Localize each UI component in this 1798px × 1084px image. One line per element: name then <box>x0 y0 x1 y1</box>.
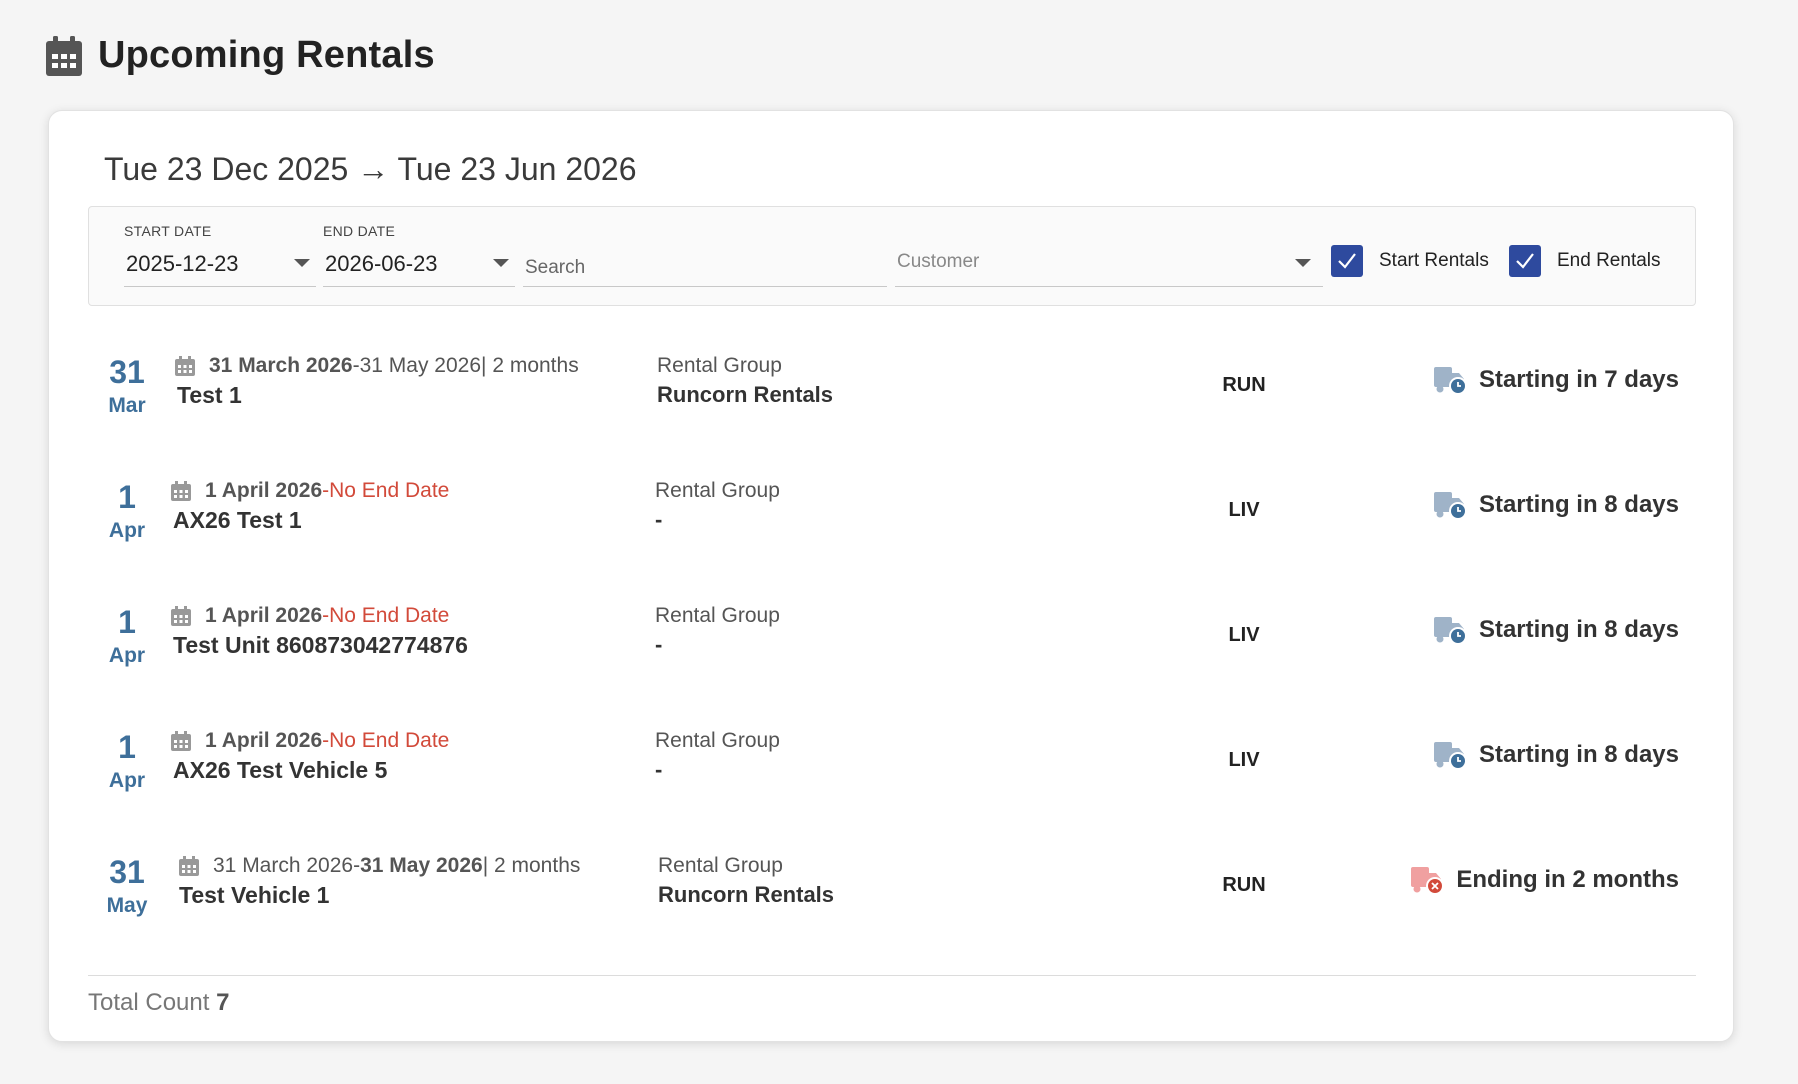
customer-select[interactable]: Customer <box>895 207 1323 307</box>
footer-divider <box>88 975 1696 976</box>
truck-cancel-icon <box>1411 867 1445 895</box>
rental-end-date: 31 May 2026 <box>359 354 482 377</box>
rental-name[interactable]: Test 1 <box>177 382 242 409</box>
chevron-down-icon[interactable] <box>294 259 310 267</box>
rental-dates: 31 March 2026 - 31 May 2026 | 2 months <box>175 354 579 378</box>
truck-clock-icon <box>1433 367 1467 395</box>
calendar-icon <box>179 856 199 876</box>
rental-month: Apr <box>108 519 146 542</box>
rental-day: 31 <box>109 354 145 390</box>
search-input[interactable]: Search <box>523 207 887 307</box>
rental-group-value: - <box>655 507 663 532</box>
total-count-value: 7 <box>216 989 230 1016</box>
rental-group-label: Rental Group <box>657 354 782 377</box>
checkbox-checked-icon[interactable] <box>1509 245 1541 277</box>
rental-start-date: 1 April 2026 <box>205 479 323 502</box>
rental-row[interactable]: 1 Apr 1 April 2026 - No End Date Test Un… <box>89 576 1695 701</box>
rental-day: 1 <box>118 479 136 515</box>
start-date-label: START DATE <box>124 223 212 239</box>
depot-code: LIV <box>1228 499 1260 521</box>
start-date-value[interactable]: 2025-12-23 <box>126 251 239 277</box>
calendar-icon <box>46 35 82 76</box>
rental-group-value: - <box>655 757 663 782</box>
checkbox-checked-icon[interactable] <box>1331 245 1363 277</box>
rental-duration: | 2 months <box>482 854 581 877</box>
rental-start-date: 31 March 2026 <box>213 854 354 877</box>
date-range-title: Tue 23 Dec 2025 → Tue 23 Jun 2026 <box>104 151 637 187</box>
end-date-label: END DATE <box>323 223 396 239</box>
rental-group-label: Rental Group <box>655 604 780 627</box>
rental-status: Starting in 8 days <box>1433 489 1679 521</box>
truck-clock-icon <box>1433 742 1467 770</box>
rental-name[interactable]: AX26 Test 1 <box>173 507 302 534</box>
rental-end-date: 31 May 2026 <box>360 854 483 877</box>
rental-start-date: 1 April 2026 <box>205 604 323 627</box>
rental-start-date: 1 April 2026 <box>205 729 323 752</box>
page-header: Upcoming Rentals <box>46 34 435 77</box>
rental-name[interactable]: Test Vehicle 1 <box>179 882 329 909</box>
end-rentals-label[interactable]: End Rentals <box>1557 250 1661 272</box>
rental-start-date: 31 March 2026 <box>209 354 353 377</box>
rental-row[interactable]: 1 Apr 1 April 2026 - No End Date AX26 Te… <box>89 451 1695 576</box>
rental-dates: 31 March 2026 - 31 May 2026 | 2 months <box>179 854 580 878</box>
rental-dates: 1 April 2026 - No End Date <box>171 479 449 503</box>
depot-code: RUN <box>1222 874 1266 896</box>
chevron-down-icon[interactable] <box>1295 259 1311 267</box>
end-date-value[interactable]: 2026-06-23 <box>325 251 438 277</box>
rental-group-label: Rental Group <box>655 479 780 502</box>
rentals-card: Tue 23 Dec 2025 → Tue 23 Jun 2026 START … <box>48 110 1734 1042</box>
calendar-icon <box>171 481 191 501</box>
rental-day: 1 <box>118 604 136 640</box>
depot-code: RUN <box>1222 374 1266 396</box>
rental-duration: | 2 months <box>481 354 579 377</box>
rental-group-value: - <box>655 632 663 657</box>
rental-month: Apr <box>108 644 146 667</box>
filter-bar: START DATE 2025-12-23 END DATE 2026-06-2… <box>88 206 1696 306</box>
rental-name[interactable]: Test Unit 860873042774876 <box>173 632 468 659</box>
search-placeholder[interactable]: Search <box>525 257 585 279</box>
rental-dates: 1 April 2026 - No End Date <box>171 729 449 753</box>
rental-status: Starting in 8 days <box>1433 739 1679 771</box>
start-rentals-label[interactable]: Start Rentals <box>1379 250 1489 272</box>
calendar-icon <box>171 731 191 751</box>
rental-status: Starting in 8 days <box>1433 614 1679 646</box>
rental-end-date: No End Date <box>329 604 450 627</box>
rental-group-label: Rental Group <box>655 729 780 752</box>
truck-clock-icon <box>1433 492 1467 520</box>
rentals-list: 31 Mar 31 March 2026 - 31 May 2026 | 2 m… <box>89 326 1695 951</box>
rental-status: Starting in 7 days <box>1433 364 1679 396</box>
rental-group-value: Runcorn Rentals <box>657 382 834 407</box>
rental-end-date: No End Date <box>329 479 450 502</box>
rental-end-date: No End Date <box>329 729 450 752</box>
total-count: Total Count 7 <box>88 989 230 1016</box>
rental-row[interactable]: 1 Apr 1 April 2026 - No End Date AX26 Te… <box>89 701 1695 826</box>
start-date-field[interactable]: START DATE 2025-12-23 <box>124 207 316 307</box>
rental-month: Apr <box>108 769 146 792</box>
rental-row[interactable]: 31 May 31 March 2026 - 31 May 2026 | 2 m… <box>89 826 1695 951</box>
rental-group-label: Rental Group <box>658 854 783 877</box>
rental-day: 1 <box>118 729 136 765</box>
rental-month: May <box>106 894 148 917</box>
rental-day: 31 <box>109 854 145 890</box>
calendar-icon <box>171 606 191 626</box>
depot-code: LIV <box>1228 749 1260 771</box>
rental-month: Mar <box>108 394 146 417</box>
rental-row[interactable]: 31 Mar 31 March 2026 - 31 May 2026 | 2 m… <box>89 326 1695 451</box>
calendar-icon <box>175 356 195 376</box>
rental-status: Ending in 2 months <box>1410 864 1679 896</box>
page-title: Upcoming Rentals <box>98 34 435 76</box>
truck-clock-icon <box>1433 617 1467 645</box>
customer-placeholder[interactable]: Customer <box>897 251 979 273</box>
end-date-field[interactable]: END DATE 2026-06-23 <box>323 207 515 307</box>
chevron-down-icon[interactable] <box>493 259 509 267</box>
rental-dates: 1 April 2026 - No End Date <box>171 604 449 628</box>
end-rentals-checkbox[interactable]: End Rentals <box>1509 245 1661 277</box>
rental-name[interactable]: AX26 Test Vehicle 5 <box>173 757 387 784</box>
depot-code: LIV <box>1228 624 1260 646</box>
start-rentals-checkbox[interactable]: Start Rentals <box>1331 245 1489 277</box>
rental-group-value: Runcorn Rentals <box>658 882 835 907</box>
